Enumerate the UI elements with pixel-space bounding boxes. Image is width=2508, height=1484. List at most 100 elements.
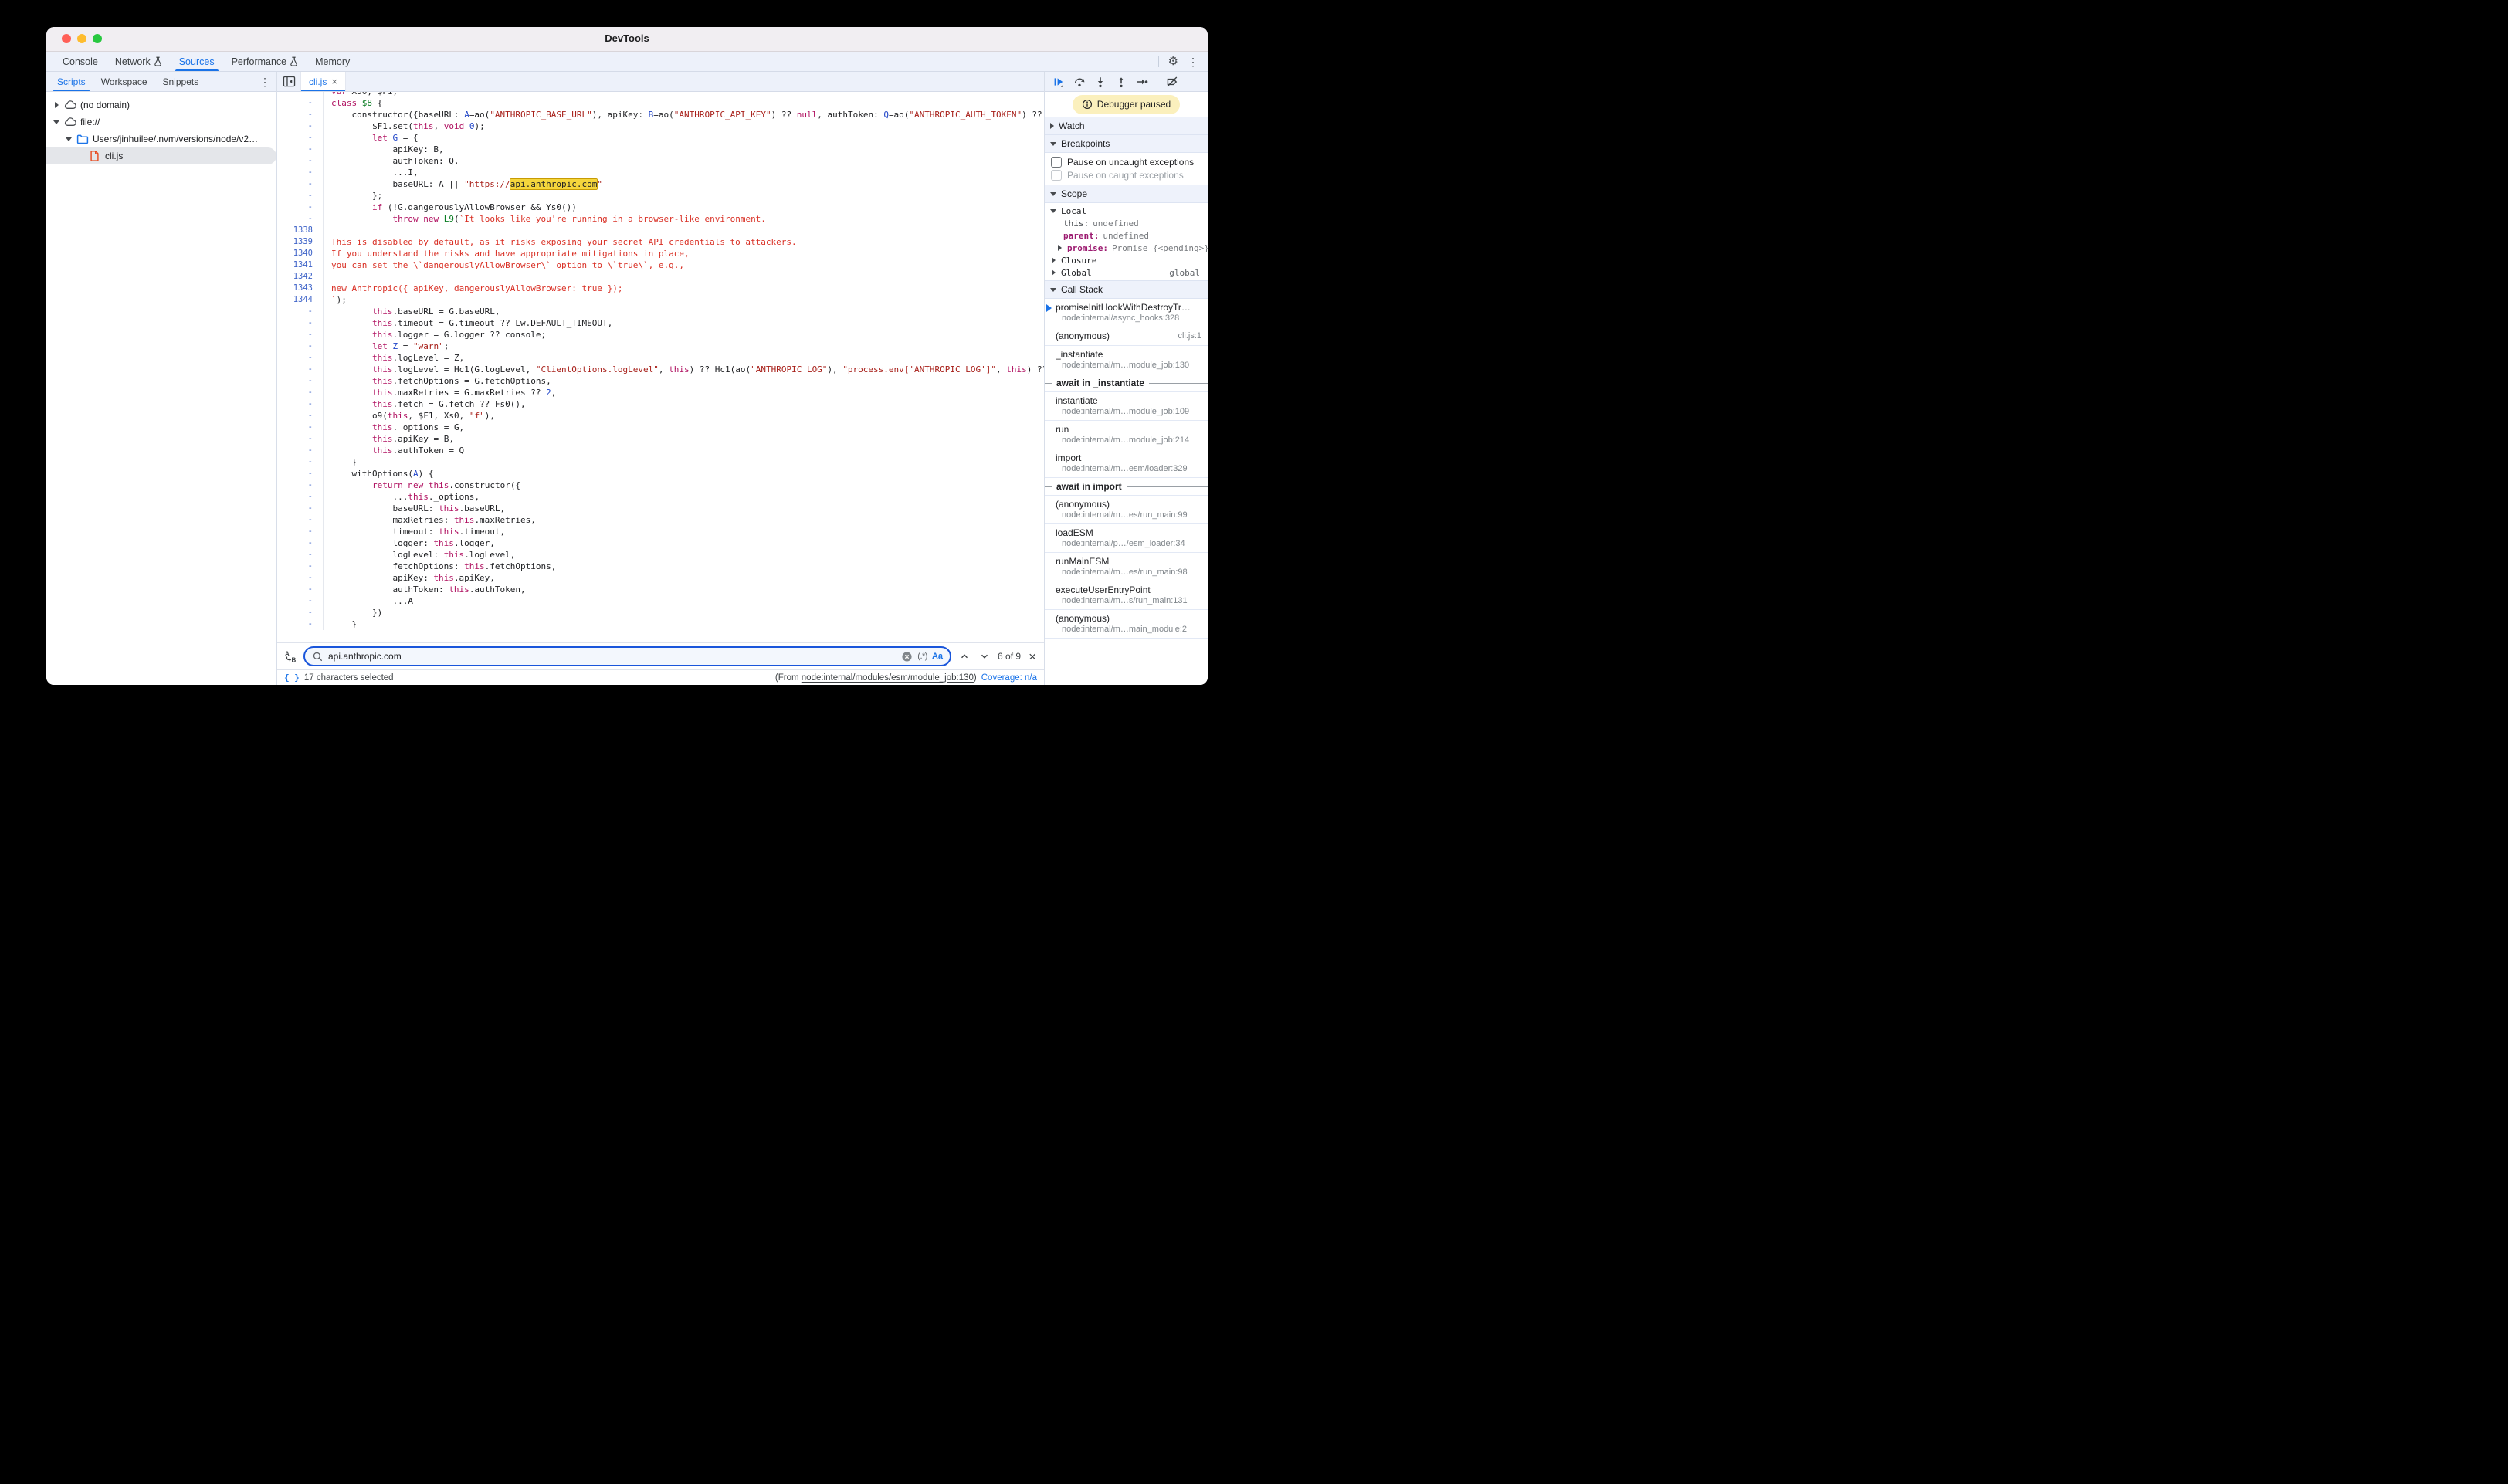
- code-line[interactable]: -this.fetch = G.fetch ?? Fs0(),: [277, 398, 1044, 410]
- code-line[interactable]: -...A: [277, 595, 1044, 607]
- deactivate-breakpoints-icon[interactable]: [1166, 76, 1178, 88]
- callstack-section-header[interactable]: Call Stack: [1045, 280, 1208, 299]
- step-icon[interactable]: [1136, 76, 1148, 88]
- code-line[interactable]: -...this._options,: [277, 491, 1044, 503]
- line-number-gutter[interactable]: -: [277, 584, 324, 595]
- line-number-gutter[interactable]: -: [277, 306, 324, 317]
- code-line[interactable]: -this.fetchOptions = G.fetchOptions,: [277, 375, 1044, 387]
- code-line[interactable]: -}: [277, 456, 1044, 468]
- scope-variable-this[interactable]: this:undefined: [1045, 217, 1208, 229]
- navigator-tab-scripts[interactable]: Scripts: [49, 72, 93, 91]
- code-line[interactable]: -this.logLevel = Hc1(G.logLevel, "Client…: [277, 364, 1044, 375]
- callstack-frame[interactable]: executeUserEntryPointnode:internal/m…s/r…: [1045, 581, 1208, 610]
- step-over-icon[interactable]: [1073, 76, 1086, 88]
- line-number-gutter[interactable]: -: [277, 213, 324, 225]
- line-number-gutter[interactable]: -: [277, 329, 324, 341]
- code-line[interactable]: 1339This is disabled by default, as it r…: [277, 236, 1044, 248]
- code-line[interactable]: -authToken: Q,: [277, 155, 1044, 167]
- line-number-gutter[interactable]: -: [277, 190, 324, 202]
- line-number-gutter[interactable]: -: [277, 503, 324, 514]
- line-number-gutter[interactable]: -: [277, 167, 324, 178]
- line-number-gutter[interactable]: -: [277, 537, 324, 549]
- line-number-gutter[interactable]: -: [277, 132, 324, 144]
- code-line[interactable]: 1342: [277, 271, 1044, 283]
- line-number-gutter[interactable]: -: [277, 514, 324, 526]
- main-tab-performance[interactable]: Performance: [223, 52, 307, 71]
- code-line[interactable]: -throw new L9(`It looks like you're runn…: [277, 213, 1044, 225]
- main-tab-console[interactable]: Console: [54, 52, 107, 71]
- code-line[interactable]: -withOptions(A) {: [277, 468, 1044, 479]
- line-number-gutter[interactable]: 1342: [277, 271, 324, 283]
- line-number-gutter[interactable]: -: [277, 468, 324, 479]
- code-line[interactable]: 1340If you understand the risks and have…: [277, 248, 1044, 259]
- resume-script-icon[interactable]: [1052, 76, 1065, 88]
- main-tab-sources[interactable]: Sources: [171, 52, 223, 71]
- chevron-down-icon[interactable]: [65, 137, 73, 141]
- code-line[interactable]: 1341you can set the \`dangerouslyAllowBr…: [277, 259, 1044, 271]
- code-line[interactable]: -constructor({baseURL: A=ao("ANTHROPIC_B…: [277, 109, 1044, 120]
- callstack-frame[interactable]: promiseInitHookWithDestroyTr…node:intern…: [1045, 299, 1208, 327]
- more-options-kebab-icon[interactable]: ⋮: [1188, 56, 1198, 67]
- line-number-gutter[interactable]: -: [277, 595, 324, 607]
- line-number-gutter[interactable]: 1341: [277, 259, 324, 271]
- scope-section-local[interactable]: Local: [1045, 205, 1208, 217]
- line-number-gutter[interactable]: -: [277, 178, 324, 190]
- step-out-icon[interactable]: [1115, 76, 1127, 88]
- line-number-gutter[interactable]: -: [277, 549, 324, 561]
- code-line[interactable]: -this.timeout = G.timeout ?? Lw.DEFAULT_…: [277, 317, 1044, 329]
- source-origin-link[interactable]: node:internal/modules/esm/module_job:130: [802, 673, 974, 683]
- line-number-gutter[interactable]: -: [277, 202, 324, 213]
- line-number-gutter[interactable]: -: [277, 109, 324, 120]
- line-number-gutter[interactable]: -: [277, 526, 324, 537]
- callstack-frame[interactable]: _instantiatenode:internal/m…module_job:1…: [1045, 346, 1208, 374]
- scope-variable-promise[interactable]: promise:Promise {<pending>}: [1045, 242, 1208, 254]
- code-line[interactable]: -logger: this.logger,: [277, 537, 1044, 549]
- line-number-gutter[interactable]: -: [277, 144, 324, 155]
- code-line[interactable]: -baseURL: A || "https://api.anthropic.co…: [277, 178, 1044, 190]
- code-line[interactable]: -let Z = "warn";: [277, 341, 1044, 352]
- code-line[interactable]: -this._options = G,: [277, 422, 1044, 433]
- code-line[interactable]: -authToken: this.authToken,: [277, 584, 1044, 595]
- scope-variable-parent[interactable]: parent:undefined: [1045, 229, 1208, 242]
- callstack-frame[interactable]: (anonymous)node:internal/m…es/run_main:9…: [1045, 496, 1208, 524]
- code-line[interactable]: -let G = {: [277, 132, 1044, 144]
- code-line[interactable]: -logLevel: this.logLevel,: [277, 549, 1044, 561]
- code-line[interactable]: 1338: [277, 225, 1044, 236]
- code-line[interactable]: var X50, $F1;: [277, 92, 1044, 97]
- search-input[interactable]: api.anthropic.com (.*) Aa: [303, 646, 951, 666]
- code-line[interactable]: -}: [277, 618, 1044, 630]
- breakpoints-section-header[interactable]: Breakpoints: [1045, 135, 1208, 153]
- line-number-gutter[interactable]: -: [277, 607, 324, 618]
- navigator-menu-kebab-icon[interactable]: ⋮: [253, 72, 276, 91]
- line-number-gutter[interactable]: -: [277, 317, 324, 329]
- tree-item-file-[interactable]: file://: [46, 114, 276, 130]
- line-number-gutter[interactable]: -: [277, 387, 324, 398]
- code-line[interactable]: -this.logger = G.logger ?? console;: [277, 329, 1044, 341]
- code-editor[interactable]: var X50, $F1;-class $8 {-constructor({ba…: [277, 92, 1044, 642]
- callstack-frame[interactable]: instantiatenode:internal/m…module_job:10…: [1045, 392, 1208, 421]
- code-line[interactable]: -$F1.set(this, void 0);: [277, 120, 1044, 132]
- line-number-gutter[interactable]: -: [277, 410, 324, 422]
- next-match-icon[interactable]: [978, 651, 991, 662]
- line-number-gutter[interactable]: 1339: [277, 236, 324, 248]
- line-number-gutter[interactable]: [277, 92, 324, 97]
- line-number-gutter[interactable]: -: [277, 445, 324, 456]
- code-line[interactable]: -this.logLevel = Z,: [277, 352, 1044, 364]
- pretty-print-icon[interactable]: { }: [284, 673, 300, 683]
- code-line[interactable]: -};: [277, 190, 1044, 202]
- line-number-gutter[interactable]: -: [277, 491, 324, 503]
- line-number-gutter[interactable]: 1344: [277, 294, 324, 306]
- editor-tab-clijs[interactable]: cli.js ×: [300, 72, 346, 91]
- line-number-gutter[interactable]: -: [277, 341, 324, 352]
- code-line[interactable]: -this.maxRetries = G.maxRetries ?? 2,: [277, 387, 1044, 398]
- line-number-gutter[interactable]: -: [277, 456, 324, 468]
- line-number-gutter[interactable]: -: [277, 433, 324, 445]
- code-line[interactable]: -timeout: this.timeout,: [277, 526, 1044, 537]
- line-number-gutter[interactable]: 1343: [277, 283, 324, 294]
- line-number-gutter[interactable]: -: [277, 572, 324, 584]
- regex-toggle[interactable]: (.*): [917, 652, 927, 661]
- coverage-link[interactable]: Coverage: n/a: [981, 673, 1037, 683]
- callstack-frame[interactable]: importnode:internal/m…esm/loader:329: [1045, 449, 1208, 478]
- line-number-gutter[interactable]: -: [277, 375, 324, 387]
- code-line[interactable]: -return new this.constructor({: [277, 479, 1044, 491]
